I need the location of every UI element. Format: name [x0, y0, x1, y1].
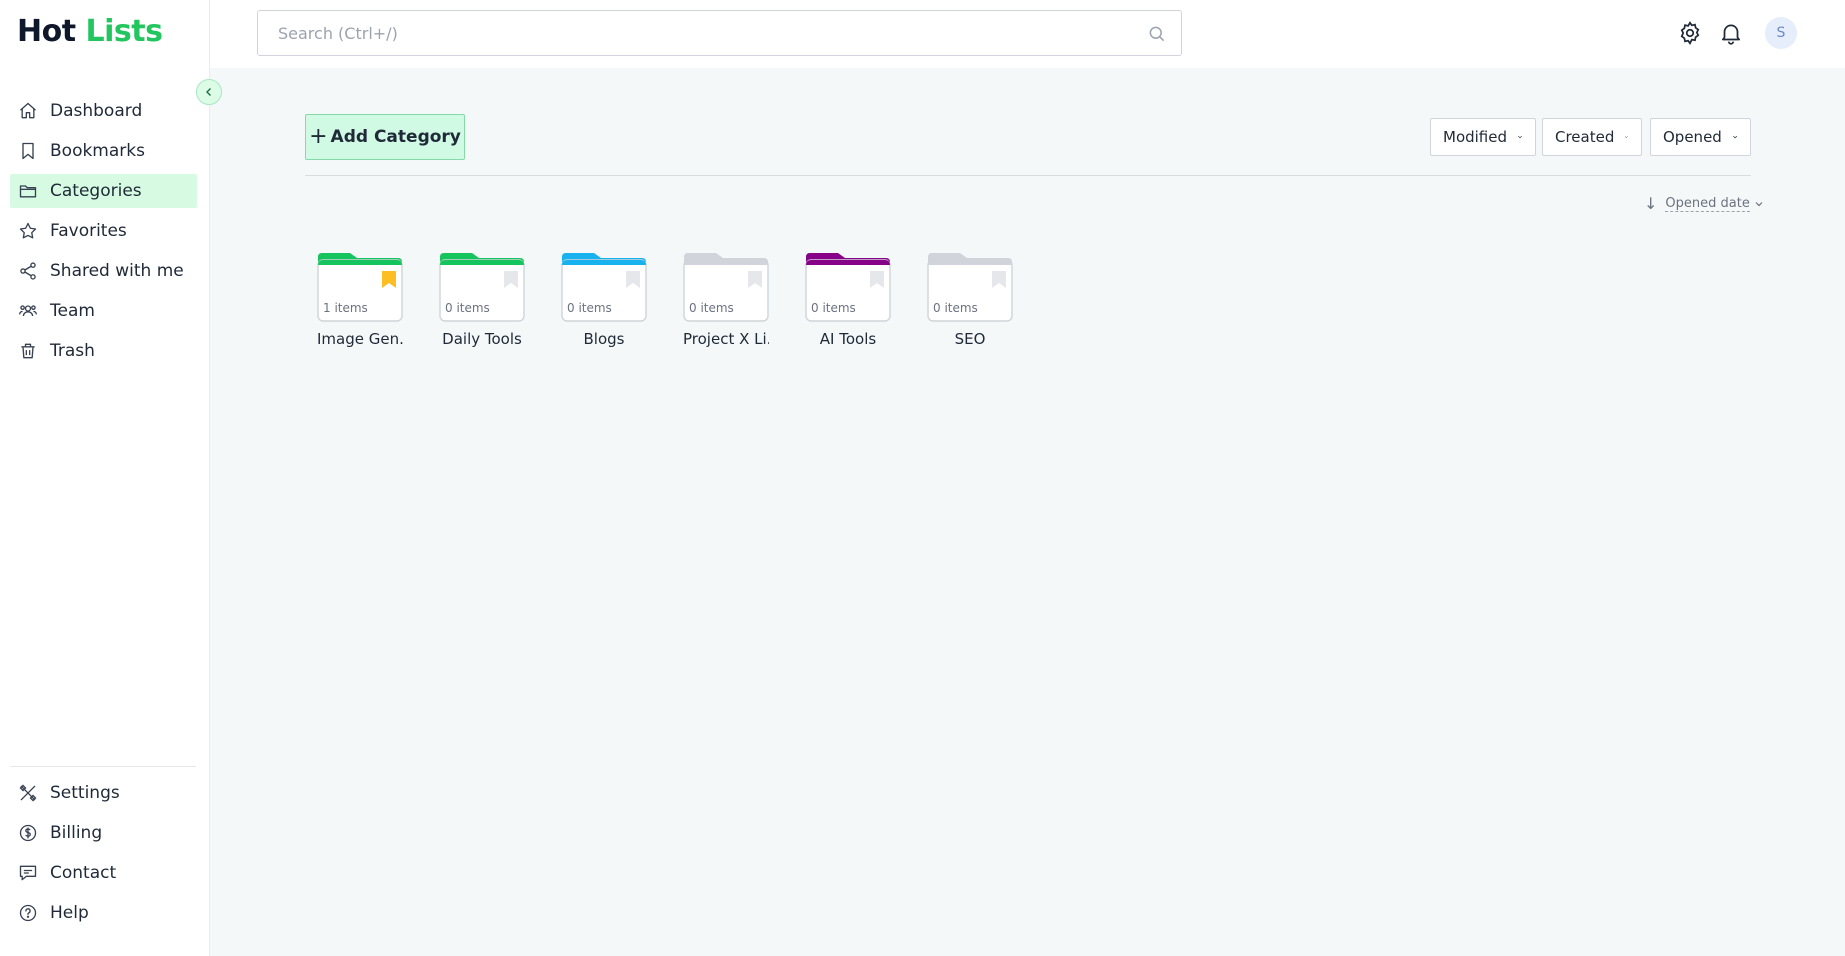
folder-item-count: 0 items	[445, 301, 490, 315]
sort-control[interactable]: ↓ Opened date	[1644, 194, 1764, 213]
sidebar-item-label: Bookmarks	[50, 141, 145, 161]
sidebar-divider	[10, 766, 196, 767]
sidebar-item-categories[interactable]: Categories	[10, 174, 197, 208]
bookmark-icon[interactable]	[504, 271, 518, 288]
sort-label: Opened date	[1665, 195, 1750, 212]
bookmark-icon[interactable]	[748, 271, 762, 288]
search-icon[interactable]	[1147, 24, 1167, 44]
sidebar-item-bookmarks[interactable]: Bookmarks	[10, 134, 197, 168]
chevron-left-icon	[206, 88, 211, 96]
folder-graphic: 0 items	[805, 252, 891, 322]
folder-item-count: 0 items	[689, 301, 734, 315]
sidebar-item-label: Favorites	[50, 221, 127, 241]
bookmark-icon[interactable]	[870, 271, 884, 288]
sidebar-nav: Dashboard Bookmarks Categories Favorites…	[10, 94, 197, 374]
app-logo[interactable]: Hot Lists	[17, 14, 163, 49]
category-folder[interactable]: 0 items SEO	[927, 252, 1013, 348]
sidebar-item-label: Billing	[50, 823, 103, 843]
bookmark-icon[interactable]	[382, 271, 396, 288]
help-icon	[19, 904, 37, 922]
filter-created-dropdown[interactable]: Created	[1542, 118, 1642, 156]
category-folder[interactable]: 0 items Daily Tools	[439, 252, 525, 348]
tools-icon	[19, 784, 37, 802]
star-icon	[19, 222, 37, 239]
sidebar-item-settings[interactable]: Settings	[10, 776, 197, 810]
folder-graphic: 0 items	[561, 252, 647, 322]
folder-name: Image Gen...	[317, 330, 403, 348]
filter-label: Opened	[1663, 128, 1722, 146]
chevron-down-icon	[1755, 201, 1763, 206]
share-icon	[20, 262, 36, 280]
folder-name: SEO	[954, 330, 986, 348]
plus-icon: +	[309, 123, 328, 149]
sidebar-item-favorites[interactable]: Favorites	[10, 214, 197, 248]
folder-item-count: 0 items	[567, 301, 612, 315]
logo-part-lists: Lists	[85, 14, 163, 49]
sidebar-item-label: Trash	[50, 341, 95, 361]
filter-label: Created	[1555, 128, 1615, 146]
chevron-down-icon	[1625, 136, 1629, 138]
sidebar-item-shared[interactable]: Shared with me	[10, 254, 197, 288]
chevron-down-icon	[1732, 135, 1737, 139]
category-folder[interactable]: 1 items Image Gen...	[317, 252, 403, 348]
sidebar-item-billing[interactable]: Billing	[10, 816, 197, 850]
category-folder[interactable]: 0 items Blogs	[561, 252, 647, 348]
sidebar-item-contact[interactable]: Contact	[10, 856, 197, 890]
category-folder[interactable]: 0 items AI Tools	[805, 252, 891, 348]
add-category-label: Add Category	[330, 127, 461, 147]
trash-icon	[21, 343, 35, 359]
folder-item-count: 0 items	[811, 301, 856, 315]
sidebar-item-trash[interactable]: Trash	[10, 334, 197, 368]
arrow-down-icon: ↓	[1644, 194, 1658, 213]
avatar[interactable]: S	[1765, 17, 1797, 49]
logo-part-hot: Hot	[17, 14, 76, 49]
folder-item-count: 0 items	[933, 301, 978, 315]
sidebar-item-label: Shared with me	[50, 261, 184, 281]
folder-name: AI Tools	[819, 330, 877, 348]
sidebar-bottom-nav: Settings Billing Contact Help	[10, 776, 197, 936]
dollar-icon	[19, 824, 37, 842]
search-box	[257, 10, 1182, 56]
sidebar-item-label: Help	[50, 903, 89, 923]
sidebar-item-label: Dashboard	[50, 101, 143, 121]
bookmark-icon	[22, 142, 34, 160]
main-content: + Add Category Modified Created Opened ↓…	[210, 68, 1845, 956]
toolbar-divider	[305, 175, 1751, 176]
folder-graphic: 0 items	[683, 252, 769, 322]
folder-graphic: 0 items	[439, 252, 525, 322]
bell-icon[interactable]	[1718, 20, 1744, 46]
message-icon	[19, 865, 37, 881]
bookmark-icon[interactable]	[626, 271, 640, 288]
sidebar-item-label: Categories	[50, 181, 142, 201]
category-grid: 1 items Image Gen... 0 items Daily Tools	[317, 252, 1049, 348]
sidebar-item-team[interactable]: Team	[10, 294, 197, 328]
folder-name: Daily Tools	[442, 330, 522, 348]
users-icon	[19, 305, 37, 317]
filter-opened-dropdown[interactable]: Opened	[1650, 118, 1751, 156]
filter-modified-dropdown[interactable]: Modified	[1430, 118, 1536, 156]
add-category-button[interactable]: + Add Category	[305, 114, 465, 160]
sidebar-item-label: Contact	[50, 863, 117, 883]
folder-graphic: 1 items	[317, 252, 403, 322]
top-bar: S	[210, 0, 1845, 68]
sidebar-item-help[interactable]: Help	[10, 896, 197, 930]
sidebar-item-dashboard[interactable]: Dashboard	[10, 94, 197, 128]
sidebar-item-label: Settings	[50, 783, 120, 803]
search-input[interactable]	[258, 11, 1181, 55]
chevron-down-icon	[1518, 135, 1522, 139]
folder-item-count: 1 items	[323, 301, 368, 315]
sidebar: Hot Lists Dashboard Bookmarks Categories…	[0, 0, 210, 956]
folder-graphic: 0 items	[927, 252, 1013, 322]
folder-name: Project X Li...	[683, 330, 769, 348]
folder-name: Blogs	[583, 330, 625, 348]
sidebar-collapse-button[interactable]	[196, 79, 222, 105]
folder-icon	[19, 185, 37, 198]
category-folder[interactable]: 0 items Project X Li...	[683, 252, 769, 348]
gear-icon[interactable]	[1677, 20, 1703, 46]
filter-label: Modified	[1443, 128, 1508, 146]
home-icon	[20, 102, 36, 119]
sidebar-item-label: Team	[50, 301, 95, 321]
bookmark-icon[interactable]	[992, 271, 1006, 288]
